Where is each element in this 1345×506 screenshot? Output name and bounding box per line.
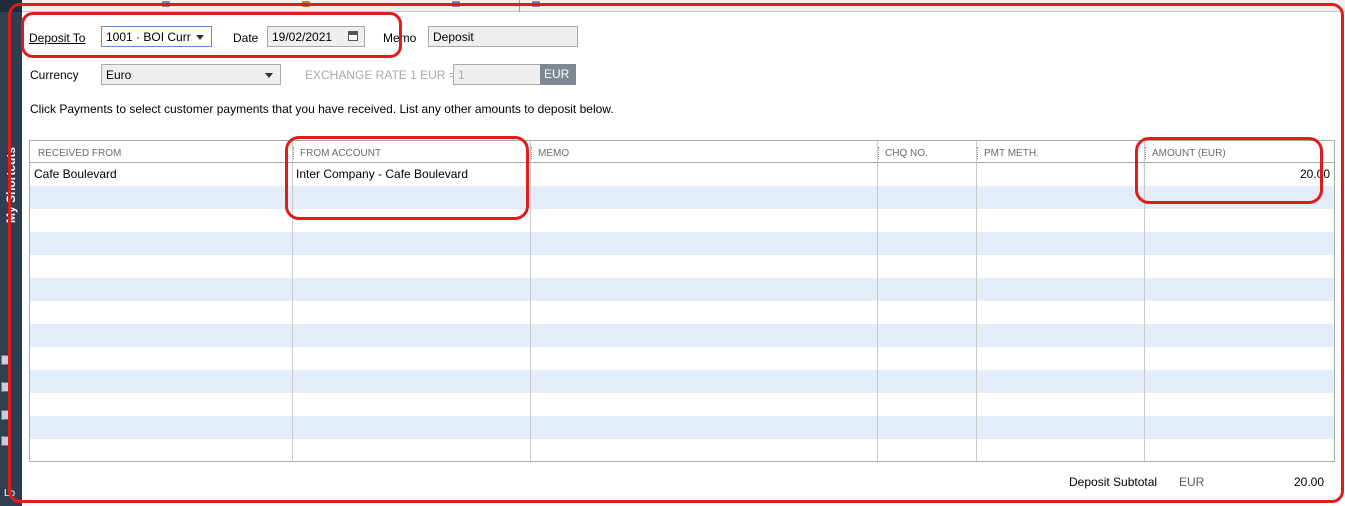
shortcut-icon[interactable] [1,436,9,446]
col-amount[interactable]: AMOUNT (EUR) [1152,148,1226,159]
table-body: Cafe Boulevard Inter Company - Cafe Boul… [30,163,1334,461]
table-row[interactable] [30,324,1334,347]
date-field[interactable]: 19/02/2021 [267,26,365,47]
table-row[interactable]: Cafe Boulevard Inter Company - Cafe Boul… [30,163,1334,186]
deposit-to-dropdown[interactable]: 1001 · BOI Curr [101,26,212,47]
received-from-cell[interactable]: Cafe Boulevard [34,167,117,181]
table-row[interactable] [30,186,1334,209]
amount-cell[interactable]: 20.00 [1300,167,1330,181]
table-row[interactable] [30,370,1334,393]
col-memo[interactable]: MEMO [538,148,569,159]
column-separator[interactable] [977,147,978,159]
toolbar-strip [22,0,1345,12]
deposit-to-label: Deposit To [29,31,86,45]
column-divider [530,141,531,461]
exchange-rate-currency: EUR [540,64,576,85]
toolbar-icon[interactable] [162,1,170,7]
exchange-rate-label: EXCHANGE RATE 1 EUR = [305,68,456,82]
column-separator[interactable] [531,147,532,159]
instruction-text: Click Payments to select customer paymen… [30,102,614,116]
currency-value: Euro [106,68,132,82]
sidebar-top-bar [0,0,22,12]
deposit-subtotal-label: Deposit Subtotal [1069,475,1158,489]
chevron-down-icon [265,73,273,78]
column-divider [877,141,878,461]
shortcut-icon[interactable] [1,355,9,365]
toolbar-icon[interactable] [302,1,310,7]
column-divider [1144,141,1145,461]
deposit-subtotal-currency: EUR [1179,475,1205,489]
sidebar-footer-text[interactable]: Lo [4,488,15,499]
table-row[interactable] [30,393,1334,416]
table-header: RECEIVED FROM FROM ACCOUNT MEMO CHQ NO. … [30,141,1334,163]
currency-label: Currency [30,68,79,82]
column-separator[interactable] [878,147,879,159]
deposit-subtotal-value: 20.00 [1294,475,1325,489]
column-divider [292,141,293,461]
col-chq-no[interactable]: CHQ NO. [885,148,928,159]
shortcut-icon[interactable] [1,410,9,420]
date-label: Date [233,31,259,45]
table-row[interactable] [30,232,1334,255]
toolbar-icon[interactable] [452,1,460,7]
col-from-account[interactable]: FROM ACCOUNT [300,148,381,159]
exchange-rate-field[interactable]: 1 [453,64,541,85]
table-row[interactable] [30,347,1334,370]
table-row[interactable] [30,255,1334,278]
chevron-down-icon [196,35,204,40]
toolbar-separator [519,0,520,12]
deposit-lines-table: RECEIVED FROM FROM ACCOUNT MEMO CHQ NO. … [29,140,1335,462]
column-divider [976,141,977,461]
column-separator[interactable] [293,147,294,159]
col-received-from[interactable]: RECEIVED FROM [38,148,121,159]
table-row[interactable] [30,209,1334,232]
deposit-to-value: 1001 · BOI Curr [106,30,191,44]
sidebar-title[interactable]: My Shortcuts [0,130,22,240]
toolbar-icon[interactable] [532,1,540,7]
table-row[interactable] [30,278,1334,301]
currency-dropdown[interactable]: Euro [101,64,281,85]
calendar-icon[interactable] [348,31,358,41]
date-value: 19/02/2021 [272,30,333,44]
table-row[interactable] [30,301,1334,324]
table-row[interactable] [30,439,1334,461]
memo-field[interactable]: Deposit [428,26,578,47]
make-deposits-window: My Shortcuts Lo Deposit To 1001 · BOI Cu… [0,0,1345,506]
shortcuts-sidebar: My Shortcuts Lo [0,0,22,506]
table-row[interactable] [30,416,1334,439]
exchange-rate-value: 1 [458,68,465,82]
from-account-cell[interactable]: Inter Company - Cafe Boulevard [296,167,468,181]
memo-label: Memo [383,31,417,45]
col-pmt-meth[interactable]: PMT METH. [984,148,1039,159]
memo-value: Deposit [433,30,474,44]
shortcut-icon[interactable] [1,382,9,392]
column-separator[interactable] [1145,147,1146,159]
